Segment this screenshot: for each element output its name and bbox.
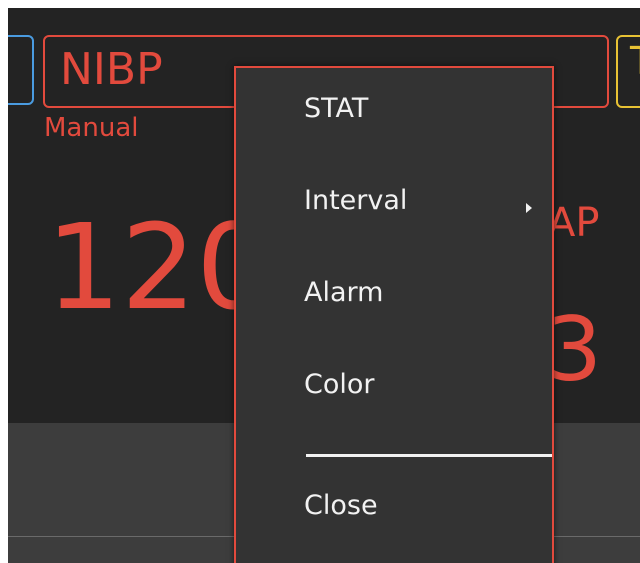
monitor-screen: T NIBP Manual 120 AP 3 STAT Interval Ala… [8,8,640,563]
menu-item-close[interactable]: Close [236,473,552,537]
menu-item-alarm[interactable]: Alarm [236,260,552,324]
nibp-map-value: 3 [546,298,602,401]
menu-item-label: Close [304,489,378,521]
menu-item-interval[interactable]: Interval [236,168,552,232]
menu-item-label: Alarm [304,276,384,308]
menu-separator [306,454,552,457]
nibp-mode-label: Manual [44,113,139,143]
submenu-arrow-icon [526,203,532,213]
menu-item-stat[interactable]: STAT [236,76,552,140]
menu-item-color[interactable]: Color [236,352,552,416]
left-parameter-tile[interactable] [8,35,34,105]
nibp-context-menu: STAT Interval Alarm Color Close [234,66,554,563]
nibp-title: NIBP [60,44,163,95]
menu-item-label: Color [304,368,375,400]
menu-item-label: STAT [304,92,369,124]
right-tile-label: T [630,42,640,80]
menu-item-label: Interval [304,184,408,216]
nibp-map-label: AP [548,200,600,246]
